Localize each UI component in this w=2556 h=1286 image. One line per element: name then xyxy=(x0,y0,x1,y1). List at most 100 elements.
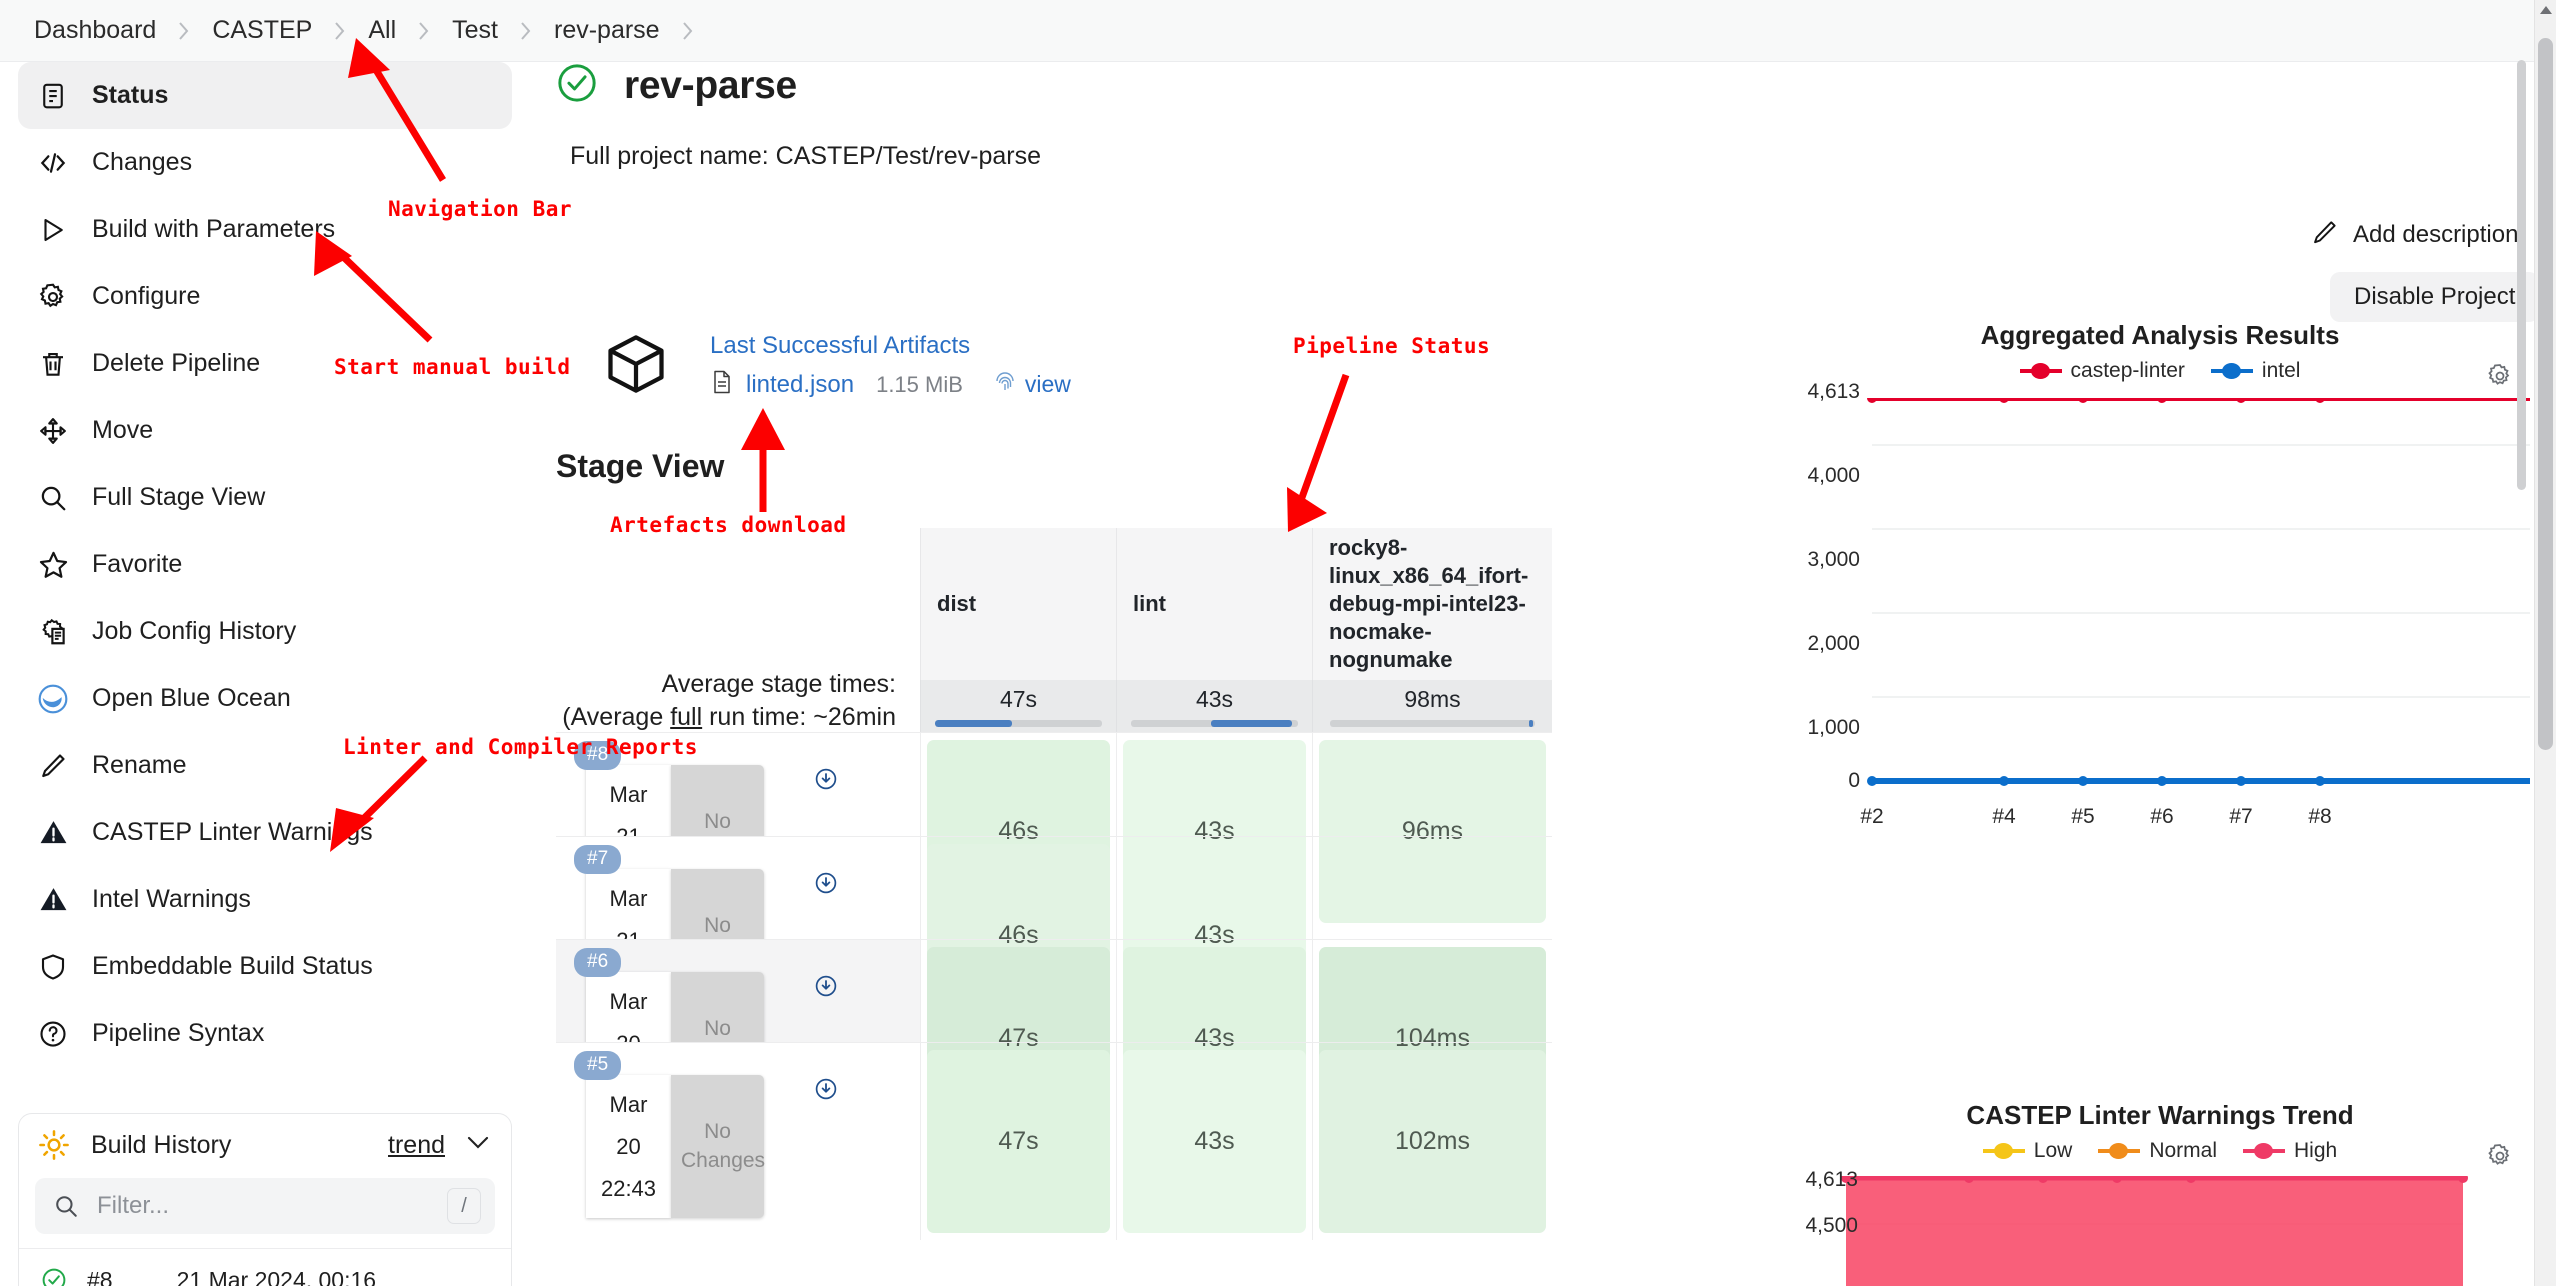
build-run-cell[interactable]: #5 Mar 20 22:43 No Changes xyxy=(556,1042,920,1241)
build-number-badge[interactable]: #6 xyxy=(574,948,622,977)
chart-settings-gear-icon[interactable] xyxy=(2486,362,2514,395)
chart-title: CASTEP Linter Warnings Trend xyxy=(1966,1100,2354,1130)
stage-column-name: rocky8-linux_x86_64_ifort-debug-mpi-inte… xyxy=(1329,534,1529,673)
sidebar-item-configure[interactable]: Configure xyxy=(18,263,512,330)
build-history-filter[interactable]: Filter... / xyxy=(35,1178,495,1234)
table-row[interactable]: #8 Mar 21 00:16 No Changes 46s 43s 96ms xyxy=(556,732,1552,931)
breadcrumb-item-castep[interactable]: CASTEP xyxy=(196,14,328,47)
sidebar-item-castep-linter-warnings[interactable]: CASTEP Linter Warnings xyxy=(18,799,512,866)
chart-settings-gear-icon[interactable] xyxy=(2486,1142,2514,1175)
legend-item-high[interactable]: High xyxy=(2243,1139,2337,1163)
stage-duration-cell[interactable]: 43s xyxy=(1116,1042,1312,1241)
page-scrollbar-thumb[interactable] xyxy=(2538,38,2553,750)
chart-legend: Low Normal High xyxy=(1790,1139,2530,1163)
fingerprint-icon xyxy=(993,370,1017,399)
shield-icon xyxy=(36,950,70,984)
status-document-icon xyxy=(36,79,70,113)
build-date-time: Mar 20 22:43 xyxy=(586,1075,671,1219)
search-input-placeholder[interactable]: Filter... xyxy=(97,1192,433,1220)
disable-project-button[interactable]: Disable Project xyxy=(2330,272,2540,322)
page-scrollbar[interactable] xyxy=(2534,0,2556,1286)
breadcrumb-item-test[interactable]: Test xyxy=(436,14,514,47)
cube-icon xyxy=(602,330,670,403)
stage-duration-cell[interactable]: 47s xyxy=(920,1042,1116,1241)
last-successful-artifacts: Last Successful Artifacts linted.json 1.… xyxy=(602,330,1071,403)
build-date: Mar 20 xyxy=(609,1092,648,1159)
sidebar-item-open-blue-ocean[interactable]: Open Blue Ocean xyxy=(18,665,512,732)
build-history-trend-link[interactable]: trend xyxy=(388,1131,445,1160)
build-history-row[interactable]: #8 21 Mar 2024, 00:16 xyxy=(19,1248,511,1286)
legend-item-low[interactable]: Low xyxy=(1982,1139,2072,1163)
artifacts-heading[interactable]: Last Successful Artifacts xyxy=(710,332,1071,360)
scroll-up-arrow-icon[interactable] xyxy=(2540,6,2552,14)
add-description-label: Add description xyxy=(2353,221,2519,248)
build-number-badge[interactable]: #7 xyxy=(574,845,622,874)
breadcrumb-item-rev-parse[interactable]: rev-parse xyxy=(538,14,676,47)
magnifier-icon xyxy=(36,481,70,515)
stage-column-header: dist xyxy=(920,528,1116,680)
download-circle-icon[interactable] xyxy=(814,871,838,900)
y-tick-label: 4,500 xyxy=(1805,1214,1858,1237)
blue-ocean-icon xyxy=(36,682,70,716)
stage-duration-cell[interactable]: 102ms xyxy=(1312,1042,1552,1241)
sidebar-item-label: Favorite xyxy=(92,550,183,578)
play-triangle-icon xyxy=(36,213,70,247)
table-row[interactable]: #6 Mar 20 23:03 No Changes 47s 43s 104ms xyxy=(556,939,1552,1138)
build-history-header: Build History trend xyxy=(19,1114,511,1174)
code-brackets-icon xyxy=(36,146,70,180)
sidebar-item-pipeline-syntax[interactable]: Pipeline Syntax xyxy=(18,1000,512,1067)
artifact-file-link[interactable]: linted.json xyxy=(746,371,854,399)
annotation-navigation-bar: Navigation Bar xyxy=(388,197,573,221)
stage-duration-bar xyxy=(1130,720,1299,727)
legend-item-intel[interactable]: intel xyxy=(2210,359,2301,383)
sidebar-item-move[interactable]: Move xyxy=(18,397,512,464)
build-number-link[interactable]: #8 xyxy=(87,1267,113,1286)
y-tick-label: 0 xyxy=(1848,769,1860,792)
build-number-badge[interactable]: #5 xyxy=(574,1051,622,1080)
x-tick-label: #4 xyxy=(1992,805,2016,828)
breadcrumb-item-dashboard[interactable]: Dashboard xyxy=(18,14,172,47)
annotation-artefacts-download: Artefacts download xyxy=(610,513,847,537)
build-timestamp-link[interactable]: 21 Mar 2024, 00:16 xyxy=(177,1267,376,1286)
legend-item-castep-linter[interactable]: castep-linter xyxy=(2019,359,2185,383)
stage-header-spacer xyxy=(556,528,920,680)
legend-marker-icon xyxy=(2243,1142,2285,1160)
inner-scrollbar-thumb[interactable] xyxy=(2517,60,2526,490)
build-changes-label: No Changes xyxy=(671,1075,765,1219)
chevron-right-icon xyxy=(516,20,536,42)
download-circle-icon[interactable] xyxy=(814,1077,838,1106)
config-history-icon xyxy=(36,615,70,649)
sidebar-item-favorite[interactable]: Favorite xyxy=(18,531,512,598)
sidebar-item-full-stage-view[interactable]: Full Stage View xyxy=(18,464,512,531)
x-tick-label: #6 xyxy=(2150,805,2174,828)
stage-average-time: 98ms xyxy=(1404,686,1461,712)
chart-series-overlay xyxy=(1867,398,2530,786)
chart-title: Aggregated Analysis Results xyxy=(1980,320,2340,350)
breadcrumb-item-all[interactable]: All xyxy=(352,14,412,47)
arrow-pipeline-status xyxy=(1287,373,1350,532)
chevron-down-icon[interactable] xyxy=(465,1132,491,1158)
artifact-view-link[interactable]: view xyxy=(1025,371,1071,398)
sidebar-item-label: Delete Pipeline xyxy=(92,349,261,377)
table-row[interactable]: #7 Mar 21 00:06 No Changes 46s 43s xyxy=(556,836,1552,1035)
stage-average-time: 47s xyxy=(999,686,1038,712)
download-circle-icon[interactable] xyxy=(814,974,838,1003)
y-tick-label: 4,613 xyxy=(1805,1168,1858,1191)
sidebar-item-embeddable-build-status[interactable]: Embeddable Build Status xyxy=(18,933,512,1000)
sidebar-item-job-config-history[interactable]: Job Config History xyxy=(18,598,512,665)
y-tick-label: 3,000 xyxy=(1807,548,1860,571)
legend-label: intel xyxy=(2261,359,2301,382)
sidebar-item-changes[interactable]: Changes xyxy=(18,129,512,196)
avg-label-line1: Average stage times: xyxy=(661,670,896,698)
sidebar-item-intel-warnings[interactable]: Intel Warnings xyxy=(18,866,512,933)
add-description-button[interactable]: Add description xyxy=(2310,218,2518,252)
table-row[interactable]: #5 Mar 20 22:43 No Changes 47s 43s 102ms xyxy=(556,1042,1552,1241)
sidebar-item-status[interactable]: Status xyxy=(18,62,512,129)
pencil-icon xyxy=(36,749,70,783)
chevron-right-icon xyxy=(414,20,434,42)
x-tick-label: #7 xyxy=(2229,805,2253,828)
stage-average-cell: 47s xyxy=(920,680,1116,732)
question-circle-icon xyxy=(36,1017,70,1051)
download-circle-icon[interactable] xyxy=(814,767,838,796)
legend-item-normal[interactable]: Normal xyxy=(2098,1139,2217,1163)
